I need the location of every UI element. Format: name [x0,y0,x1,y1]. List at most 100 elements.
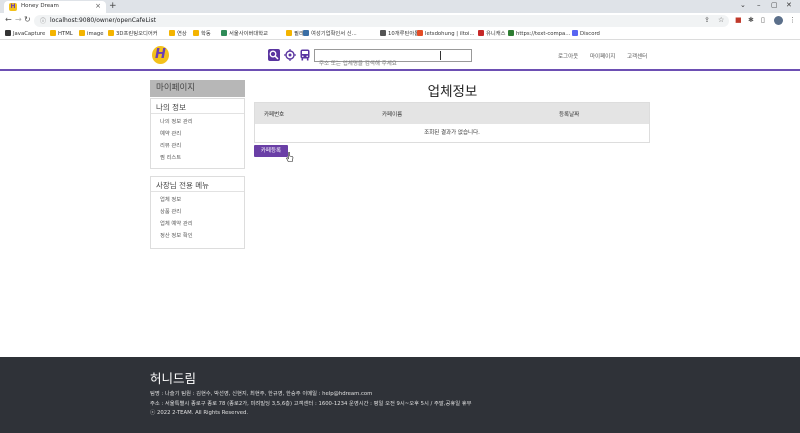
bookmark-label: 유니캐스 [486,31,506,37]
tab-title: Honey Dream [21,3,59,9]
bookmark-favicon-icon [221,30,227,36]
bookmark-favicon-icon [572,30,578,36]
bookmark-favicon-icon [303,30,309,36]
close-window-icon[interactable]: ✕ [786,1,792,9]
bookmark-item[interactable]: 필라 [286,30,304,39]
site-footer: 허니드림 팀명 : 나슬기 팀원 : 김현수, 박선영, 신현지, 최현주, 한… [0,357,800,433]
sidebar-item-reviews[interactable]: 리뷰 관리 [151,140,244,152]
bookmark-item[interactable]: 10개루틴아톰 [380,30,419,39]
menu-dots-icon[interactable]: ⋮ [789,16,796,24]
profile-avatar[interactable] [774,16,783,25]
column-header-cafe-number: 카페번호 [264,112,285,118]
footer-copyright: ⓒ 2022 2-TEAM. All Rights Reserved. [150,410,249,416]
sidebar-item-my-info-manage[interactable]: 나의 정보 관리 [151,116,244,128]
location-crosshair-icon[interactable] [284,49,296,61]
sidebar-group-my-info: 나의 정보 나의 정보 관리 예약 관리 리뷰 관리 찜 리스트 [150,98,245,169]
info-icon[interactable]: ⓘ [40,16,46,25]
sidebar-group-title: 나의 정보 [151,99,244,114]
tab-close-icon[interactable]: × [95,2,101,10]
bookmark-label: 10개루틴아톰 [388,31,420,37]
column-header-register-date: 등록날짜 [559,112,580,118]
bus-icon[interactable] [299,49,311,61]
footer-brand: 허니드림 [150,371,197,386]
search-input[interactable] [319,58,449,70]
browser-titlebar: H Honey Dream × + ⌄ – ▢ ✕ [0,0,800,13]
text-caret [440,51,441,60]
extension-icon[interactable]: ■ [735,16,742,24]
footer-team-info: 팀명 : 나슬기 팀원 : 김현수, 박선영, 신현지, 최현주, 한규영, 한… [150,391,373,397]
bookmark-favicon-icon [50,30,56,36]
sidebar-item-business-info[interactable]: 업체 정보 [151,194,244,206]
bookmark-label: 3D프린팅오디어커 [116,31,158,37]
honey-dream-logo[interactable]: H [152,46,169,64]
column-header-cafe-name: 카페이름 [382,112,403,118]
bookmark-item[interactable]: 3D프린팅오디어커 [108,30,158,39]
bookmark-label: https://text-compa... [516,31,571,37]
bookmark-item[interactable]: 여성기업확인서 신... [303,30,357,39]
cafe-list-table: 카페번호 카페이름 등록날짜 조회된 결과가 없습니다. [254,102,650,143]
page-title: 업체정보 [427,84,478,100]
bookmark-favicon-icon [478,30,484,36]
bookmark-favicon-icon [380,30,386,36]
sidebar-panel-icon[interactable]: ▯ [761,16,765,24]
footer-address-info: 주소 : 서울특별시 종로구 종로 78 (종로2가, 미려빌딩 3,5,6층)… [150,401,472,407]
bookmark-favicon-icon [108,30,114,36]
back-icon[interactable]: ← [5,15,12,24]
tab-search-icon[interactable]: ⌄ [740,1,746,9]
reload-icon[interactable]: ↻ [24,15,31,24]
bookmark-favicon-icon [169,30,175,36]
bookmark-item[interactable]: HTML [50,30,73,39]
sidebar-item-reservations[interactable]: 예약 관리 [151,128,244,140]
bookmark-label: 여성기업확인서 신... [311,31,357,37]
sidebar-item-settlement[interactable]: 정산 정보 확인 [151,230,244,242]
empty-result-message: 조회된 결과가 없습니다. [424,130,480,136]
logout-link[interactable]: 로그아웃 [558,52,578,60]
bookmark-label: 학동 [201,31,211,37]
bookmark-favicon-icon [417,30,423,36]
bookmark-favicon-icon [5,30,11,36]
forward-icon[interactable]: → [15,15,22,24]
extensions-puzzle-icon[interactable]: ✱ [748,16,754,24]
bookmark-favicon-icon [193,30,199,36]
bookmark-item[interactable]: 학동 [193,30,211,39]
customer-center-link[interactable]: 고객센터 [627,52,647,60]
bookmark-item[interactable]: 연상 [169,30,187,39]
bookmark-item[interactable]: letsdohung | iltoi... [417,30,475,39]
register-cafe-button[interactable]: 카페등록 [254,145,288,157]
bookmark-item[interactable]: JavaCapture [5,30,45,39]
bookmark-item[interactable]: https://text-compa... [508,30,570,39]
new-tab-icon[interactable]: + [109,1,117,11]
bookmark-item[interactable]: image [79,30,104,39]
bookmark-label: 서울사이버대학교 [229,31,268,37]
sidebar-title: 마이페이지 [150,80,245,97]
sidebar-item-product-manage[interactable]: 상품 관리 [151,206,244,218]
table-header: 카페번호 카페이름 등록날짜 [255,103,649,124]
bookmarks-bar: JavaCapture HTML image 3D프린팅오디어커 연상 학동 서울사이버대학… [0,29,800,40]
honey-dream-favicon-icon: H [9,3,17,11]
bookmark-label: HTML [58,31,73,37]
maximize-icon[interactable]: ▢ [771,1,778,9]
search-input-box[interactable] [314,49,472,70]
search-icon[interactable] [268,49,280,61]
address-bar[interactable]: ⓘ localhost:9080/owner/openCafeList [34,15,729,27]
sidebar-item-business-reservations[interactable]: 업체 예약 관리 [151,218,244,230]
bookmark-item[interactable]: 유니캐스 [478,30,506,39]
bookmark-favicon-icon [508,30,514,36]
share-icon[interactable]: ⇪ [704,16,710,24]
bookmark-star-icon[interactable]: ☆ [718,16,724,24]
minimize-icon[interactable]: – [757,1,761,9]
mypage-link[interactable]: 마이페이지 [590,52,615,60]
bookmark-label: image [87,31,104,37]
url-text: localhost:9080/owner/openCafeList [50,17,156,24]
sidebar-item-wishlist[interactable]: 찜 리스트 [151,152,244,164]
bookmark-label: 연상 [177,31,187,37]
hand-cursor-icon [286,152,294,162]
bookmark-label: JavaCapture [13,31,46,37]
sidebar-group-owner-menu: 사장님 전용 메뉴 업체 정보 상품 관리 업체 예약 관리 정산 정보 확인 [150,176,245,249]
mypage-sidebar: 마이페이지 나의 정보 나의 정보 관리 예약 관리 리뷰 관리 찜 리스트 사… [150,80,245,249]
bookmark-item[interactable]: Discord [572,30,600,39]
browser-navbar: ← → ↻ ⓘ localhost:9080/owner/openCafeLis… [0,13,800,29]
bookmark-label: Discord [580,31,600,37]
bookmark-item[interactable]: 서울사이버대학교 [221,30,268,39]
browser-tab[interactable]: H Honey Dream × [4,1,106,13]
